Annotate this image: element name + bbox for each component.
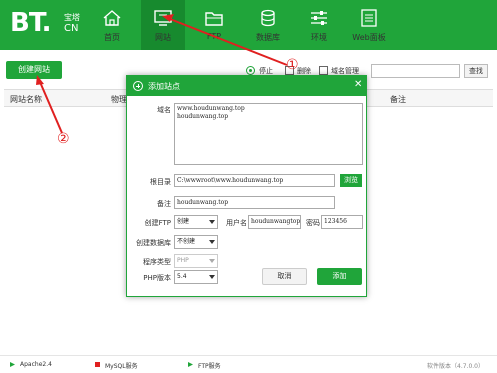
remark-label: 备注 bbox=[157, 200, 171, 208]
create-db-value: 不创建 bbox=[177, 238, 196, 245]
chevron-down-icon bbox=[209, 220, 215, 224]
col-remark[interactable]: 备注 bbox=[390, 94, 406, 105]
col-site-name[interactable]: 网站名称 bbox=[10, 94, 42, 105]
remark-input[interactable]: houdunwang.top bbox=[174, 196, 335, 209]
nav-label-home: 首页 bbox=[104, 33, 120, 42]
dialog-title: 添加站点 bbox=[148, 82, 180, 91]
domain-manage-icon[interactable] bbox=[319, 66, 328, 75]
home-icon bbox=[103, 10, 121, 26]
create-ftp-label: 创建FTP bbox=[144, 219, 171, 227]
nav-label-environment: 环境 bbox=[311, 33, 327, 42]
create-ftp-select[interactable]: 创建 bbox=[174, 215, 218, 229]
ftp-status[interactable]: FTP服务 bbox=[198, 361, 221, 370]
stop-square-icon bbox=[95, 362, 100, 367]
stop-radio-icon[interactable] bbox=[246, 66, 255, 75]
add-site-dialog: 添加站点 ✕ 域名 www.houdunwang.top houdunwang.… bbox=[126, 75, 367, 297]
create-website-button[interactable]: 创建网站 bbox=[6, 61, 62, 79]
add-button[interactable]: 添加 bbox=[317, 268, 362, 285]
ftp-username-label: 用户名 bbox=[226, 219, 247, 227]
create-ftp-value: 创建 bbox=[177, 218, 190, 225]
folder-icon bbox=[205, 12, 223, 26]
program-type-label: 程序类型 bbox=[143, 258, 171, 266]
root-dir-label: 根目录 bbox=[150, 178, 171, 186]
create-db-select[interactable]: 不创建 bbox=[174, 235, 218, 249]
nav-label-ftp: FTP bbox=[206, 32, 222, 41]
bt-logo[interactable]: BT. 宝塔 CN bbox=[10, 8, 80, 38]
nav-item-environment[interactable]: 环境 bbox=[297, 0, 341, 50]
play-icon bbox=[10, 362, 15, 367]
domain-line-2: houdunwang.top bbox=[177, 113, 229, 120]
ftp-password-label: 密码 bbox=[306, 219, 320, 227]
browse-button[interactable]: 浏览 bbox=[340, 174, 362, 187]
create-db-label: 创建数据库 bbox=[136, 239, 171, 247]
chevron-down-icon bbox=[209, 275, 215, 279]
logo-cn-bottom: CN bbox=[64, 23, 79, 34]
play-icon bbox=[188, 362, 193, 367]
nav-item-ftp[interactable]: FTP bbox=[192, 0, 236, 50]
database-icon bbox=[261, 9, 275, 27]
logo-cn-top: 宝塔 bbox=[64, 13, 80, 22]
sliders-icon bbox=[311, 11, 327, 25]
search-input[interactable] bbox=[371, 64, 460, 78]
cancel-button[interactable]: 取消 bbox=[262, 268, 307, 285]
software-version: 软件版本（4.7.0.0） bbox=[427, 363, 484, 370]
nav-item-web-panel[interactable]: Web面板 bbox=[347, 0, 391, 50]
plus-circle-icon bbox=[133, 81, 143, 91]
top-nav-bar: BT. 宝塔 CN 首页 网站 FTP 数据库 环境 Web面板 bbox=[0, 0, 497, 50]
program-type-select[interactable]: PHP bbox=[174, 254, 218, 268]
root-dir-input[interactable]: C:\wwwroot\www.houdunwang.top bbox=[174, 174, 335, 187]
domain-label: 域名 bbox=[157, 106, 171, 114]
ftp-username-input[interactable]: houdunwangtop bbox=[248, 215, 301, 229]
monitor-icon bbox=[154, 10, 172, 26]
annotation-number-1: ① bbox=[286, 57, 299, 73]
chevron-down-icon bbox=[209, 259, 215, 263]
nav-item-database[interactable]: 数据库 bbox=[246, 0, 290, 50]
nav-item-website[interactable]: 网站 bbox=[141, 0, 185, 50]
nav-label-database: 数据库 bbox=[256, 33, 280, 42]
php-version-select[interactable]: 5.4 bbox=[174, 270, 218, 284]
domain-line-1: www.houdunwang.top bbox=[177, 105, 245, 112]
ftp-password-input[interactable]: 123456 bbox=[321, 215, 363, 229]
dialog-header: 添加站点 ✕ bbox=[127, 76, 366, 96]
chevron-down-icon bbox=[209, 240, 215, 244]
logo-text: BT. bbox=[10, 8, 51, 38]
annotation-number-2: ② bbox=[57, 131, 70, 147]
close-icon[interactable]: ✕ bbox=[354, 80, 362, 90]
apache-status[interactable]: Apache2.4 bbox=[20, 361, 52, 368]
mysql-status[interactable]: MySQL服务 bbox=[105, 361, 138, 370]
search-button[interactable]: 查找 bbox=[464, 64, 488, 78]
nav-label-web-panel: Web面板 bbox=[352, 33, 386, 42]
nav-label-website: 网站 bbox=[155, 33, 171, 42]
domain-textarea[interactable]: www.houdunwang.top houdunwang.top bbox=[174, 103, 363, 165]
nav-item-home[interactable]: 首页 bbox=[90, 0, 134, 50]
php-version-value: 5.4 bbox=[177, 273, 187, 280]
status-footer: Apache2.4 MySQL服务 FTP服务 软件版本（4.7.0.0） bbox=[0, 355, 497, 373]
panel-icon bbox=[361, 9, 377, 27]
col-physical-path[interactable]: 物理 bbox=[111, 94, 127, 105]
program-type-value: PHP bbox=[177, 257, 189, 264]
php-version-label: PHP版本 bbox=[143, 274, 171, 282]
